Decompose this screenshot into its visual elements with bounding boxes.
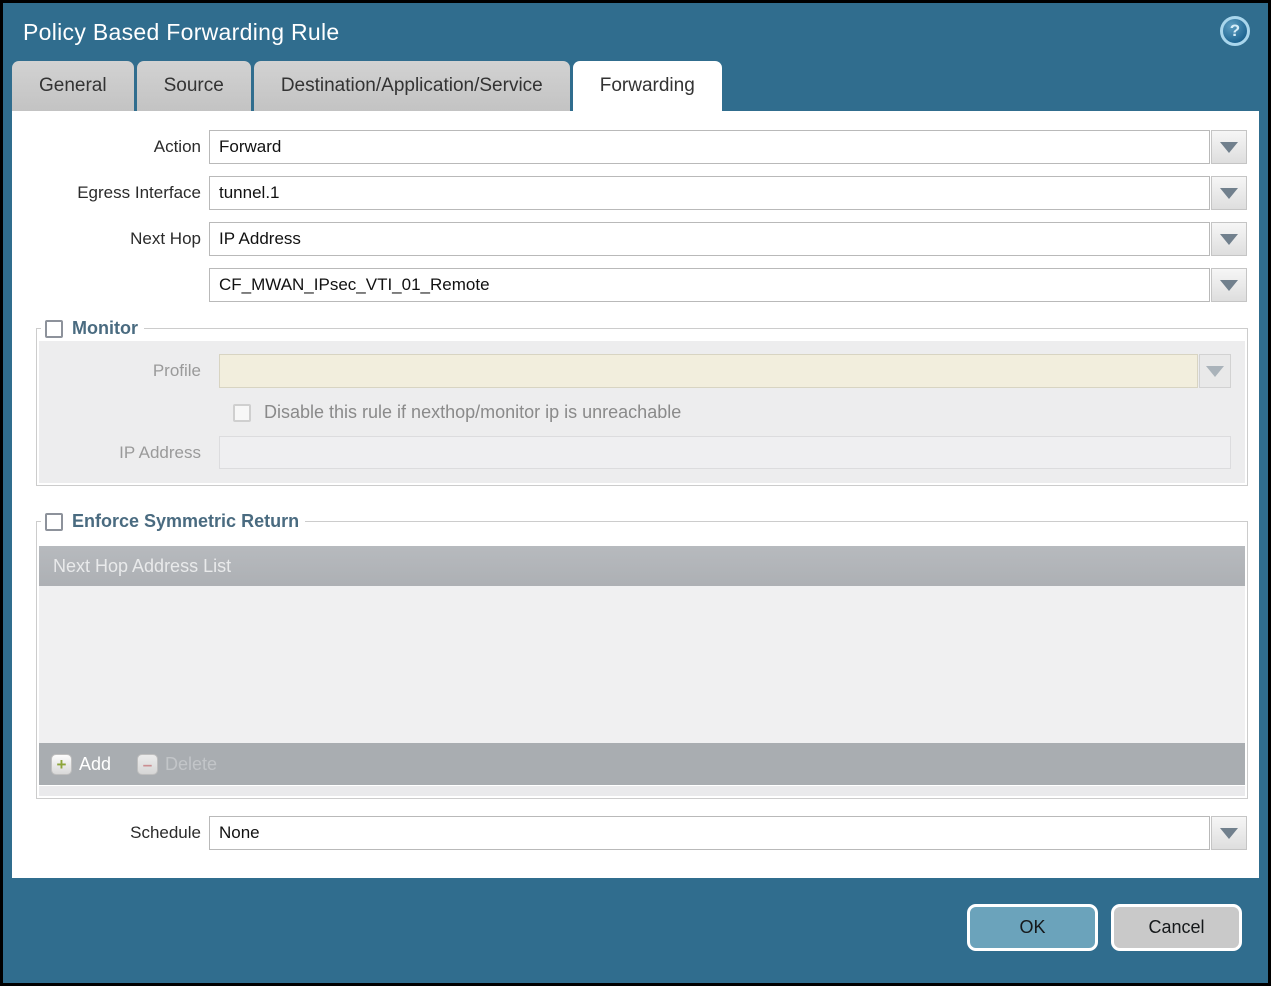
tab-source[interactable]: Source [136, 61, 251, 111]
table-toolbar: + Add – Delete [39, 743, 1245, 785]
tab-bar: General Source Destination/Application/S… [3, 61, 1268, 111]
disable-rule-checkbox [233, 403, 251, 422]
monitor-ip-address-input [219, 436, 1231, 469]
next-hop-address-row: CF_MWAN_IPsec_VTI_01_Remote [12, 268, 1259, 302]
monitor-profile-row: Profile [39, 354, 1239, 388]
egress-interface-dropdown-button[interactable] [1211, 176, 1247, 210]
monitor-ip-address-row: IP Address [39, 436, 1239, 469]
schedule-combo: None [209, 816, 1247, 850]
monitor-group: Monitor Profile Disable this rule if nex… [36, 318, 1248, 486]
disable-rule-label: Disable this rule if nexthop/monitor ip … [264, 402, 682, 422]
minus-icon: – [137, 753, 159, 775]
monitor-checkbox[interactable] [45, 319, 63, 338]
next-hop-label: Next Hop [130, 229, 201, 248]
tab-content-forwarding: Action Forward Egress Interface tunnel.1… [12, 111, 1259, 878]
tab-forwarding[interactable]: Forwarding [572, 61, 722, 111]
action-dropdown-button[interactable] [1211, 130, 1247, 164]
dialog-footer: OK Cancel [3, 878, 1268, 983]
plus-icon: + [51, 753, 72, 775]
symmetric-return-group-label: Enforce Symmetric Return [72, 511, 300, 531]
action-row: Action Forward [12, 130, 1259, 164]
schedule-value[interactable]: None [209, 816, 1210, 850]
add-button[interactable]: + Add [51, 753, 112, 775]
egress-interface-value[interactable]: tunnel.1 [209, 176, 1210, 210]
egress-interface-label: Egress Interface [77, 183, 201, 202]
delete-button: – Delete [137, 753, 218, 775]
monitor-profile-label: Profile [152, 361, 201, 380]
chevron-down-icon [1220, 187, 1238, 199]
next-hop-combo: IP Address [209, 222, 1247, 256]
symmetric-return-checkbox[interactable] [45, 512, 63, 531]
next-hop-dropdown-button[interactable] [1211, 222, 1247, 256]
monitor-group-label: Monitor [72, 318, 138, 338]
action-value[interactable]: Forward [209, 130, 1210, 164]
egress-interface-row: Egress Interface tunnel.1 [12, 176, 1259, 210]
egress-interface-combo: tunnel.1 [209, 176, 1247, 210]
monitor-profile-dropdown-button [1199, 354, 1231, 388]
symmetric-return-legend: Enforce Symmetric Return [41, 511, 305, 532]
monitor-legend: Monitor [41, 318, 144, 339]
chevron-down-icon [1220, 141, 1238, 153]
schedule-dropdown-button[interactable] [1211, 816, 1247, 850]
dialog-titlebar: Policy Based Forwarding Rule ? [3, 3, 1268, 61]
next-hop-address-value[interactable]: CF_MWAN_IPsec_VTI_01_Remote [209, 268, 1210, 302]
next-hop-address-list-table: Next Hop Address List + Add – Delete [39, 546, 1245, 796]
next-hop-address-combo: CF_MWAN_IPsec_VTI_01_Remote [209, 268, 1247, 302]
action-label: Action [153, 137, 201, 156]
action-combo: Forward [209, 130, 1247, 164]
next-hop-address-dropdown-button[interactable] [1211, 268, 1247, 302]
chevron-down-icon [1220, 279, 1238, 291]
next-hop-row: Next Hop IP Address [12, 222, 1259, 256]
chevron-down-icon [1206, 365, 1224, 377]
schedule-label: Schedule [130, 823, 201, 842]
ok-button[interactable]: OK [967, 904, 1098, 951]
tab-general[interactable]: General [12, 61, 134, 111]
horizontal-scrollbar[interactable] [39, 786, 1245, 796]
delete-button-label: Delete [165, 753, 218, 774]
next-hop-address-list-body[interactable] [39, 586, 1245, 743]
table-header-next-hop-address-list[interactable]: Next Hop Address List [39, 546, 1245, 586]
monitor-ip-address-label: IP Address [119, 442, 201, 462]
monitor-profile-value [219, 354, 1198, 388]
symmetric-return-group: Enforce Symmetric Return Next Hop Addres… [36, 511, 1248, 799]
chevron-down-icon [1220, 827, 1238, 839]
schedule-row: Schedule None [12, 816, 1259, 850]
dialog-title: Policy Based Forwarding Rule [23, 18, 340, 45]
chevron-down-icon [1220, 233, 1238, 245]
help-icon[interactable]: ? [1220, 16, 1250, 46]
add-button-label: Add [79, 753, 112, 774]
cancel-button[interactable]: Cancel [1111, 904, 1242, 951]
next-hop-type-value[interactable]: IP Address [209, 222, 1210, 256]
tab-destination-application-service[interactable]: Destination/Application/Service [253, 61, 570, 111]
policy-based-forwarding-dialog: Policy Based Forwarding Rule ? General S… [3, 3, 1268, 983]
monitor-profile-combo [219, 354, 1231, 388]
monitor-panel: Profile Disable this rule if nexthop/mon… [39, 341, 1245, 483]
monitor-disable-rule-row: Disable this rule if nexthop/monitor ip … [233, 402, 1239, 423]
